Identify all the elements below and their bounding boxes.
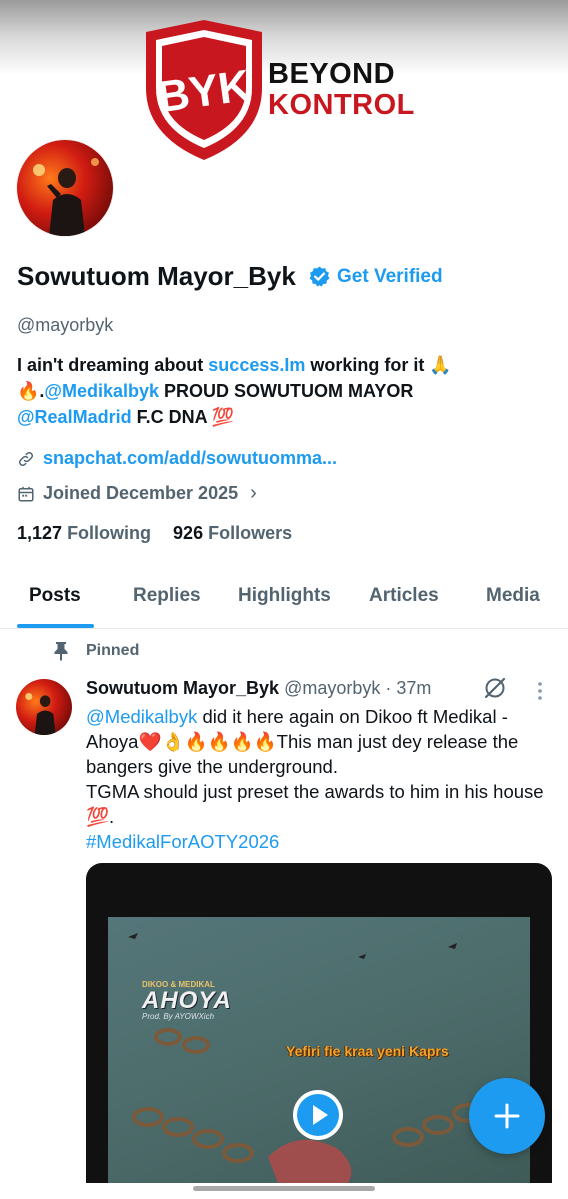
- bio-text: F.C DNA 💯: [131, 407, 235, 427]
- pin-icon: [54, 642, 68, 661]
- bio-text: I ain't dreaming about: [17, 355, 209, 375]
- bio-mention[interactable]: @RealMadrid: [17, 407, 132, 427]
- following-link[interactable]: 1,127 Following: [17, 523, 151, 543]
- link-icon: [18, 451, 34, 466]
- post-body: @Medikalbyk did it here again on Dikoo f…: [86, 704, 552, 854]
- video-thumbnail: DIKOO & MEDIKAL AHOYA Prod. By AYOWXich …: [108, 917, 530, 1183]
- play-icon[interactable]: [291, 1088, 345, 1142]
- post-header: Sowutuom Mayor_Byk @mayorbyk · 37m: [86, 678, 431, 699]
- grok-icon[interactable]: [482, 675, 508, 701]
- followers-link[interactable]: 926 Followers: [173, 523, 292, 543]
- post-author-avatar[interactable]: [16, 679, 72, 735]
- pinned-label: Pinned: [86, 642, 140, 659]
- post-author-handle[interactable]: @mayorbyk: [284, 678, 380, 698]
- active-tab-indicator: [17, 624, 94, 628]
- post-mention[interactable]: @Medikalbyk: [86, 706, 197, 727]
- profile-name: Sowutuom Mayor_Byk: [17, 261, 296, 291]
- avatar-photo: [16, 679, 72, 735]
- post-hashtag[interactable]: #MedikalForAOTY2026: [86, 831, 279, 852]
- followers-label: Followers: [208, 523, 293, 543]
- post-text: TGMA should just preset the awards to hi…: [86, 781, 544, 827]
- post-time[interactable]: · 37m: [385, 678, 431, 698]
- video-lyric: Yefiri fie kraa yeni Kaprs: [286, 1043, 449, 1059]
- tab-articles[interactable]: Articles: [369, 585, 439, 607]
- compose-button[interactable]: [469, 1078, 545, 1154]
- bio-text: working for it 🙏: [305, 355, 452, 375]
- joined-text: Joined December 2025: [43, 483, 239, 503]
- tab-highlights[interactable]: Highlights: [238, 585, 331, 607]
- calendar-icon: [18, 486, 34, 501]
- website-link[interactable]: snapchat.com/add/sowutuomma...: [43, 448, 337, 469]
- bio-text: PROUD SOWUTUOM MAYOR: [159, 381, 414, 401]
- profile-bio: I ain't dreaming about success.Im workin…: [17, 352, 557, 430]
- profile-handle: @mayorbyk: [17, 315, 114, 335]
- following-count: 1,127: [17, 523, 63, 543]
- tab-posts[interactable]: Posts: [29, 585, 81, 607]
- post-author-name[interactable]: Sowutuom Mayor_Byk: [86, 678, 279, 698]
- profile-website[interactable]: snapchat.com/add/sowutuomma...: [17, 448, 337, 469]
- profile-avatar[interactable]: [16, 139, 114, 237]
- get-verified-link[interactable]: Get Verified: [337, 266, 443, 288]
- verified-icon[interactable]: [308, 265, 331, 288]
- tab-media[interactable]: Media: [486, 585, 540, 607]
- chevron-right-icon: ›: [250, 482, 257, 504]
- profile-joined[interactable]: Joined December 2025 ›: [17, 482, 257, 505]
- byk-logo-shield: BYK: [146, 20, 262, 160]
- bio-text: 🔥.: [17, 381, 45, 401]
- bio-link[interactable]: success.Im: [208, 355, 305, 375]
- plus-icon: [494, 1103, 520, 1129]
- profile-stats: 1,127 Following 926 Followers: [17, 523, 292, 544]
- brand-line-1: BEYOND: [268, 58, 396, 90]
- more-icon[interactable]: [532, 680, 548, 702]
- followers-count: 926: [173, 523, 204, 543]
- pinned-indicator: Pinned: [52, 641, 139, 661]
- gesture-home-bar[interactable]: [193, 1186, 375, 1191]
- tab-replies[interactable]: Replies: [133, 585, 201, 607]
- following-label: Following: [67, 523, 152, 543]
- video-title-art: AHOYA: [142, 987, 232, 1014]
- profile-tabs: Posts Replies Highlights Articles Media: [0, 574, 568, 629]
- video-producer: Prod. By AYOWXich: [142, 1012, 215, 1021]
- avatar-photo: [17, 140, 113, 236]
- brand-line-2: KONTROL: [268, 89, 415, 121]
- brand-wordmark: BEYOND KONTROL: [268, 60, 415, 120]
- bio-mention[interactable]: @Medikalbyk: [44, 381, 159, 401]
